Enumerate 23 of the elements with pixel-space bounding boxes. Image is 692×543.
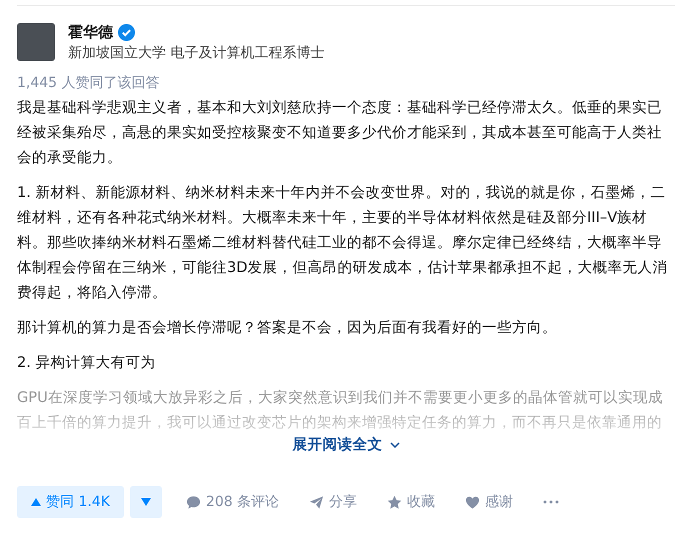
author-headline: 新加坡国立大学 电子及计算机工程系博士 bbox=[68, 44, 324, 62]
triangle-down-icon bbox=[140, 498, 151, 506]
expand-button[interactable]: 展开阅读全文 bbox=[288, 433, 404, 456]
chevron-down-icon bbox=[390, 442, 400, 448]
answer-paragraph: 那计算机的算力是否会增长停滞呢？答案是不会，因为后面有我看好的一些方向。 bbox=[17, 318, 558, 338]
thanks-button[interactable]: 感谢 bbox=[459, 489, 520, 515]
downvote-button[interactable] bbox=[130, 486, 162, 518]
heart-icon bbox=[465, 494, 480, 510]
speech-bubble-icon bbox=[186, 494, 201, 510]
more-icon bbox=[543, 500, 560, 504]
faded-paragraph: GPU在深度学习领域大放异彩之后，大家突然意识到我们并不需要更小更多的晶体管就可以实现成百上千倍的算力提升，我可以通过改变芯片的架构来增强特定任务的算力，而不再只是依靠通用的 bbox=[17, 388, 664, 433]
answer-paragraph: 我是基础科学悲观主义者，基本和大刘刘慈欣持一个态度：基础科学已经停滞太久。低垂的果实已经被采集殆尽，高悬的果实如受控核聚变不知道要多少代价才能采到，其成本甚至可能高于人类社会的承受能力。 bbox=[17, 98, 663, 168]
share-button[interactable]: 分享 bbox=[303, 489, 364, 515]
paper-plane-icon bbox=[309, 494, 324, 510]
author-name[interactable]: 霍华德 bbox=[68, 23, 113, 42]
vote-summary: 1,445 人赞同了该回答 bbox=[17, 74, 161, 92]
star-icon bbox=[387, 494, 402, 510]
answer-paragraph: 1. 新材料、新能源材料、纳米材料未来十年内并不会改变世界。对的，我说的就是你，石墨烯，二维材料，还有各种花式纳米材料。大概率未来十年，主要的半导体材料依然是硅及部分III–V族材料。那些吹捧纳米材料石墨烯二维材料替代硅工业的都不会得逞。摩尔定律已经终结，大概率半导体制程会停留在三纳米，可能往3D发展，但高昂的研发成本，估计苹果都承担不起，大概率无人消费得起，将陷入停滞。 bbox=[17, 183, 669, 303]
comments-button[interactable]: 208 条评论 bbox=[180, 489, 286, 515]
triangle-up-icon bbox=[31, 498, 41, 506]
upvote-button[interactable]: 赞同 1.4K bbox=[17, 486, 124, 518]
answer-paragraph: 2. 异构计算大有可为 bbox=[17, 353, 157, 373]
favorite-button[interactable]: 收藏 bbox=[381, 489, 442, 515]
